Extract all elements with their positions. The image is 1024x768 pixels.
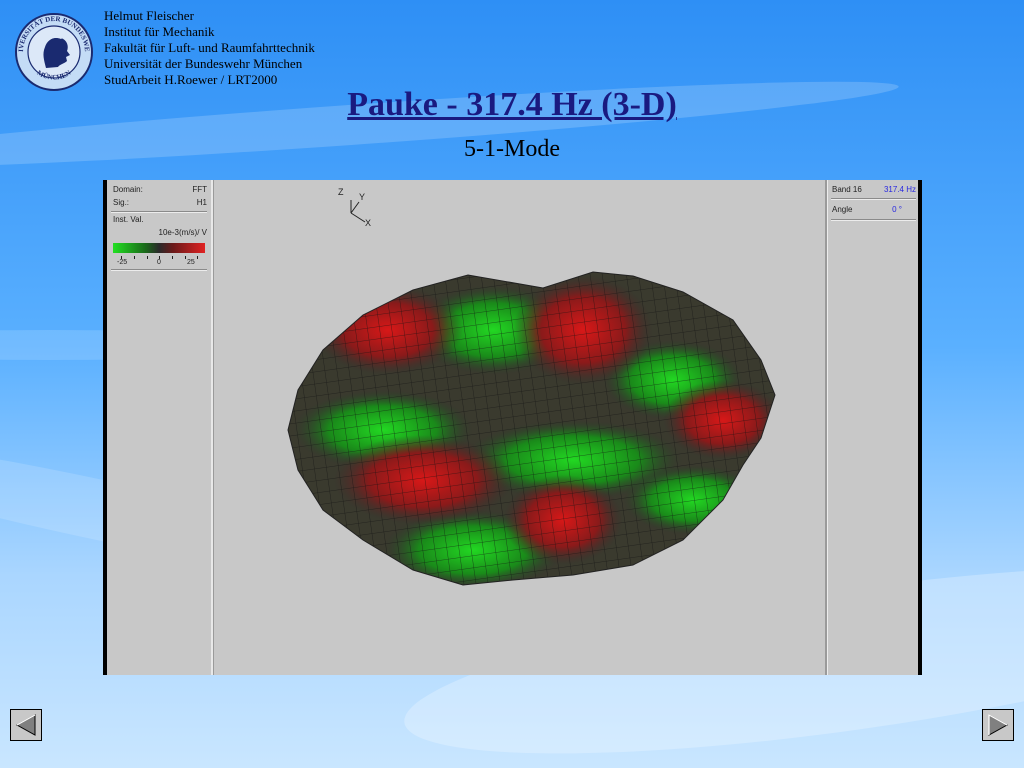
- angle-label: Angle: [832, 205, 853, 214]
- units-label: 10e-3(m/s)/ V: [158, 228, 207, 237]
- band-label: Band 16: [832, 185, 862, 194]
- scale-tick: [172, 256, 173, 259]
- 3d-surface-view: Z Y X: [287, 187, 776, 586]
- divider: [111, 211, 207, 213]
- band-frequency-value: 317.4 Hz: [883, 185, 916, 194]
- slide-title: Pauke - 317.4 Hz (3-D): [347, 86, 677, 123]
- info-panel-left: Domain: FFT Sig.: H1 Inst. Val. 10e-3(m/…: [107, 180, 213, 675]
- triangle-right-icon: [988, 713, 1009, 736]
- scale-tick: [147, 256, 148, 259]
- author-name: Helmut Fleischer: [104, 8, 194, 23]
- units-row: 10e-3(m/s)/ V: [113, 228, 207, 238]
- scale-tick: [197, 256, 198, 259]
- angle-value: 0 °: [892, 205, 902, 214]
- color-scale-bar: [113, 243, 205, 253]
- inst-val-label: Inst. Val.: [113, 215, 144, 224]
- vibration-analysis-screenshot: Domain: FFT Sig.: H1 Inst. Val. 10e-3(m/…: [103, 180, 922, 675]
- signal-value: H1: [196, 198, 207, 207]
- drum-membrane-surface: [288, 272, 775, 585]
- axis-indicator: Z Y X: [338, 187, 371, 228]
- university-name: Universität der Bundeswehr München: [104, 56, 303, 71]
- scale-tick: [185, 256, 186, 259]
- axis-x-label: X: [365, 218, 371, 228]
- slide: UNIVERSITÄT DER BUNDESWEHR MÜNCHEN Helmu…: [0, 0, 1024, 768]
- domain-label: Domain:: [113, 185, 143, 194]
- scale-max-label: 25: [187, 259, 195, 266]
- angle-row: Angle 0 °: [832, 205, 916, 215]
- university-seal-logo: UNIVERSITÄT DER BUNDESWEHR MÜNCHEN: [14, 12, 93, 91]
- scale-mid-label: 0: [157, 259, 161, 266]
- axis-z-label: Z: [338, 187, 344, 197]
- signal-row: Sig.: H1: [113, 198, 207, 208]
- band-row: Band 16 317.4 Hz: [832, 185, 916, 195]
- divider: [111, 269, 207, 271]
- axis-y-label: Y: [359, 192, 365, 202]
- author-info: Helmut Fleischer Institut für Mechanik F…: [104, 8, 315, 88]
- next-slide-button[interactable]: [982, 709, 1014, 741]
- triangle-left-icon: [15, 714, 36, 736]
- mode-shape-plot: Z Y X: [213, 180, 825, 675]
- domain-row: Domain: FFT: [113, 185, 207, 195]
- previous-slide-button[interactable]: [10, 709, 42, 741]
- faculty-name: Fakultät für Luft- und Raumfahrttechnik: [104, 40, 315, 55]
- domain-value: FFT: [192, 185, 207, 194]
- inst-val-row: Inst. Val.: [113, 215, 207, 225]
- divider: [831, 198, 916, 200]
- divider: [831, 219, 916, 221]
- scale-tick: [134, 256, 135, 259]
- institute-name: Institut für Mechanik: [104, 24, 215, 39]
- signal-label: Sig.:: [113, 198, 130, 207]
- info-panel-right: Band 16 317.4 Hz Angle 0 °: [825, 180, 920, 675]
- slide-subtitle: 5-1-Mode: [464, 136, 560, 162]
- scale-min-label: -25: [117, 259, 128, 266]
